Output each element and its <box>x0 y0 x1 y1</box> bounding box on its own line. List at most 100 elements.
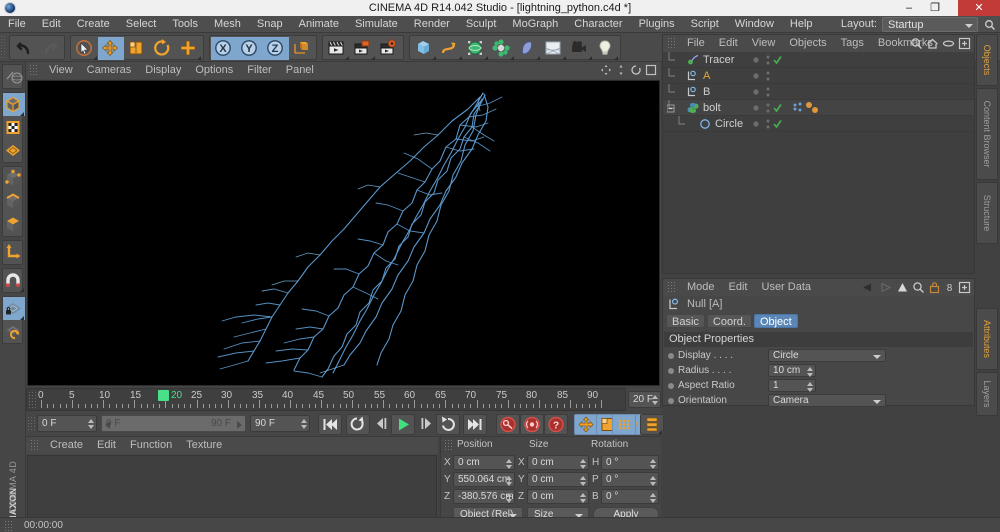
current-frame-field[interactable]: 0 F <box>37 415 97 432</box>
status-grip[interactable] <box>4 520 14 531</box>
vtab-content-browser[interactable]: Content Browser <box>976 88 998 180</box>
align-workplane-button[interactable] <box>3 320 25 343</box>
material-menu-create[interactable]: Create <box>43 437 90 454</box>
move-tool[interactable] <box>98 37 124 60</box>
rotate-icon[interactable] <box>630 64 642 76</box>
maximize-view-icon[interactable] <box>645 64 657 76</box>
world-object-axis[interactable] <box>289 37 315 60</box>
viewport-canvas[interactable] <box>27 80 660 386</box>
position-tool[interactable] <box>176 37 202 60</box>
position-x-field[interactable]: 0 cm <box>453 455 515 470</box>
new-window-icon[interactable] <box>958 281 971 294</box>
size-y-field[interactable]: 0 cm <box>527 472 589 487</box>
play-reverse-button[interactable] <box>436 414 460 435</box>
attributes-menu-mode[interactable]: Mode <box>680 279 722 296</box>
position-y-field[interactable]: 550.064 cm <box>453 472 515 487</box>
material-menu-texture[interactable]: Texture <box>179 437 229 454</box>
go-to-end-button[interactable] <box>463 414 487 435</box>
menu-item-file[interactable]: File <box>0 16 34 33</box>
spinner-icon[interactable] <box>580 493 586 503</box>
vtab-layers[interactable]: Layers <box>976 372 998 416</box>
back-arrow-icon[interactable] <box>860 281 875 294</box>
menu-item-snap[interactable]: Snap <box>249 16 291 33</box>
point-level-animation-button[interactable] <box>612 414 636 435</box>
rotation-h-field[interactable]: 0 ° <box>601 455 659 470</box>
menu-item-mesh[interactable]: Mesh <box>206 16 249 33</box>
points-mode-button[interactable] <box>3 167 25 190</box>
coordinates-grip[interactable] <box>444 439 453 450</box>
material-menu-function[interactable]: Function <box>123 437 179 454</box>
vtab-attributes[interactable]: Attributes <box>976 308 998 370</box>
rotate-tool[interactable] <box>150 37 176 60</box>
menu-item-sculpt[interactable]: Sculpt <box>458 16 505 33</box>
object-visibility-dots[interactable] <box>751 68 791 84</box>
viewport-menu-panel[interactable]: Panel <box>279 62 321 79</box>
menu-item-mograph[interactable]: MoGraph <box>504 16 566 33</box>
object-manager-grip[interactable] <box>667 37 677 50</box>
eight-icon[interactable]: 8 <box>944 281 955 294</box>
menu-item-select[interactable]: Select <box>118 16 165 33</box>
home-icon[interactable] <box>926 37 939 50</box>
pan-icon[interactable] <box>600 64 612 76</box>
preview-range-bar[interactable]: 0 F 90 F <box>101 415 246 432</box>
loop-button[interactable] <box>346 414 370 435</box>
previous-frame-button[interactable] <box>371 414 391 435</box>
table-row[interactable]: Circle <box>663 116 974 132</box>
autokeying-button[interactable] <box>520 414 544 435</box>
timeline-ruler[interactable]: 0 5 10 15 25 30 35 40 45 50 55 60 65 70 … <box>26 388 626 411</box>
play-button[interactable] <box>391 414 415 435</box>
object-menu-objects[interactable]: Objects <box>782 35 833 52</box>
rotation-b-field[interactable]: 0 ° <box>601 489 659 504</box>
x-axis-lock[interactable]: X <box>211 37 237 60</box>
spinner-icon[interactable] <box>580 476 586 486</box>
timeline-view-button[interactable] <box>640 414 664 435</box>
aspect-ratio-field[interactable]: 1 <box>768 379 816 392</box>
render-settings-button[interactable] <box>376 37 402 60</box>
material-grip[interactable] <box>30 439 40 452</box>
maximize-button[interactable]: ❐ <box>922 0 948 16</box>
tree-expand-icon[interactable] <box>667 100 689 116</box>
end-frame-field[interactable]: 90 F <box>250 415 310 432</box>
enable-axis-button[interactable] <box>3 241 25 264</box>
attributes-menu-user-data[interactable]: User Data <box>755 279 819 296</box>
model-mode-button[interactable] <box>3 116 25 139</box>
keyframe-selection-button[interactable]: ? <box>544 414 568 435</box>
object-visibility-dots[interactable] <box>751 100 791 116</box>
object-visibility-dots[interactable] <box>751 52 791 68</box>
material-list[interactable] <box>27 455 437 519</box>
menu-item-create[interactable]: Create <box>69 16 118 33</box>
vtab-objects[interactable]: Objects <box>976 34 998 86</box>
z-axis-lock[interactable]: Z <box>263 37 289 60</box>
tab-coord[interactable]: Coord. <box>706 314 752 328</box>
spinner-icon[interactable] <box>652 395 658 405</box>
add-environment-button[interactable] <box>541 37 567 60</box>
object-visibility-dots[interactable] <box>751 84 791 100</box>
viewport-menu-cameras[interactable]: Cameras <box>80 62 139 79</box>
table-row[interactable]: B <box>663 84 974 100</box>
table-row[interactable]: Tracer <box>663 52 974 68</box>
selection-modes-button[interactable] <box>3 65 25 88</box>
spinner-icon[interactable] <box>301 419 307 429</box>
add-camera-button[interactable] <box>567 37 593 60</box>
zoom-icon[interactable] <box>615 64 627 76</box>
add-cube-button[interactable] <box>411 37 437 60</box>
polygons-mode-button[interactable] <box>3 213 25 236</box>
up-arrow-icon[interactable] <box>896 281 909 294</box>
spinner-icon[interactable] <box>807 367 813 377</box>
fps-field[interactable]: 20 F <box>628 391 661 408</box>
texture-mode-button[interactable] <box>3 139 25 162</box>
attributes-menu-edit[interactable]: Edit <box>722 279 755 296</box>
spinner-icon[interactable] <box>580 459 586 469</box>
vtab-structure[interactable]: Structure <box>976 182 998 244</box>
make-editable-button[interactable] <box>3 93 25 116</box>
display-dropdown[interactable]: Circle <box>768 349 886 362</box>
menu-item-character[interactable]: Character <box>566 16 630 33</box>
object-menu-edit[interactable]: Edit <box>712 35 745 52</box>
material-menu-edit[interactable]: Edit <box>90 437 123 454</box>
table-row[interactable]: A <box>663 68 974 84</box>
lock-icon[interactable] <box>928 281 941 294</box>
range-right-arrow-icon[interactable] <box>237 421 242 429</box>
viewport-menu-filter[interactable]: Filter <box>240 62 278 79</box>
spinner-icon[interactable] <box>506 493 512 503</box>
y-axis-lock[interactable]: Y <box>237 37 263 60</box>
